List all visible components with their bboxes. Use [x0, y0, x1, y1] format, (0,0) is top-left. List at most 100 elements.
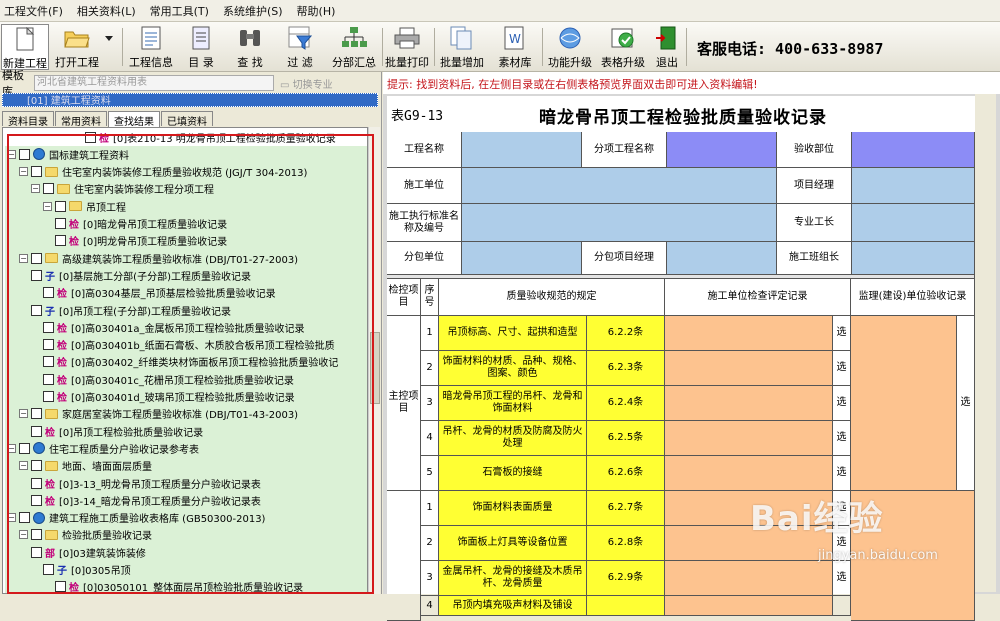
tab-catalog[interactable]: 资料目录: [2, 111, 54, 128]
tree-node[interactable]: − 住宅室内装饰装修工程质量验收规范 (JGJ/T 304-2013): [19, 164, 307, 180]
row-select-button[interactable]: 选: [833, 386, 851, 421]
tree-node[interactable]: − 吊顶工程: [43, 198, 126, 214]
tree-checkbox[interactable]: [31, 252, 42, 264]
new-project-button[interactable]: 新建工程: [1, 24, 49, 70]
tree-node[interactable]: − 检验批质量验收记录: [19, 527, 152, 543]
menu-help[interactable]: 帮助(H): [297, 3, 336, 19]
tree-node[interactable]: 检 [0]3-14_暗龙骨吊顶工程质量分户验收记录表: [31, 492, 261, 508]
expand-toggle-icon[interactable]: −: [7, 513, 16, 523]
tree-checkbox[interactable]: [85, 131, 96, 143]
tree-scrollbar[interactable]: [368, 127, 380, 594]
tab-search-results[interactable]: 查找结果: [108, 111, 160, 128]
tree-node[interactable]: 检 [0]吊顶工程检验批质量验收记录: [31, 423, 203, 439]
row-check-record[interactable]: [665, 421, 833, 456]
row-check-record[interactable]: [665, 351, 833, 386]
menu-related[interactable]: 相关资料(L): [77, 3, 136, 19]
open-project-dropdown[interactable]: [100, 24, 118, 70]
tree-checkbox[interactable]: [31, 546, 42, 558]
filter-button[interactable]: 过 滤: [280, 24, 320, 70]
row-select-button[interactable]: 选: [833, 421, 851, 456]
row-select-button[interactable]: [833, 596, 851, 616]
tree-node[interactable]: − 地面、墙面面层质量: [19, 458, 152, 474]
supervision-main-cell[interactable]: [851, 316, 957, 491]
tree-node[interactable]: 检 [0]高030401a_金属板吊顶工程检验批质量验收记录: [43, 319, 304, 335]
summary-button[interactable]: 分部汇总: [330, 24, 378, 70]
row-check-record[interactable]: [665, 596, 833, 616]
tree-checkbox[interactable]: [43, 287, 54, 299]
tree-node[interactable]: 检 [0]表210-13 明龙骨吊顶工程检验批质量验收记录: [85, 129, 336, 145]
input-project-manager[interactable]: [852, 168, 975, 204]
tree-checkbox[interactable]: [43, 391, 54, 402]
project-info-button[interactable]: 工程信息: [126, 24, 176, 70]
tree-node[interactable]: 子 [0]0305吊顶: [43, 562, 131, 578]
tree-node[interactable]: − 高级建筑装饰工程质量验收标准 (DBJ/T01-27-2003): [19, 250, 298, 266]
tree-node[interactable]: 检 [0]明龙骨吊顶工程质量验收记录: [55, 233, 227, 249]
tree-node[interactable]: 检 [0]高030401d_玻璃吊顶工程检验批质量验收记录: [43, 389, 295, 405]
input-construction-unit[interactable]: [462, 168, 777, 204]
row-check-record[interactable]: [665, 456, 833, 491]
tree-checkbox[interactable]: [31, 529, 42, 541]
tree-checkbox[interactable]: [43, 321, 54, 333]
tree-node[interactable]: 检 [0]高030401b_纸面石膏板、木质胶合板吊顶工程检验批质: [43, 337, 335, 353]
expand-toggle-icon[interactable]: −: [19, 409, 28, 419]
tree-checkbox[interactable]: [19, 442, 30, 454]
expand-toggle-icon[interactable]: −: [19, 167, 28, 177]
input-team-leader[interactable]: [852, 242, 975, 275]
row-select-button[interactable]: 选: [833, 316, 851, 351]
tree-node[interactable]: − 建筑工程施工质量验收表格库 (GB50300-2013): [7, 510, 265, 526]
batch-add-button[interactable]: 批量增加: [438, 24, 486, 70]
menu-maintenance[interactable]: 系统维护(S): [223, 3, 283, 19]
expand-toggle-icon[interactable]: −: [7, 443, 16, 453]
tree-checkbox[interactable]: [55, 200, 66, 212]
tree-checkbox[interactable]: [31, 269, 42, 281]
tree-checkbox[interactable]: [55, 235, 66, 247]
tree-checkbox[interactable]: [31, 460, 42, 472]
input-sub-manager[interactable]: [667, 242, 777, 275]
tree-node[interactable]: − 家庭居室装饰工程质量验收标准 (DBJ/T01-43-2003): [19, 406, 298, 422]
input-foreman[interactable]: [852, 204, 975, 242]
tree-node[interactable]: 检 [0]03050101_整体面层吊顶检验批质量验收记录: [55, 579, 303, 593]
menu-tools[interactable]: 常用工具(T): [150, 3, 209, 19]
input-sub-project-name[interactable]: [667, 132, 777, 168]
form-table[interactable]: 表G9-13 暗龙骨吊顶工程检验批质量验收记录 工程名称 分项工程名称 验收部位 施工…: [387, 96, 975, 621]
tab-filled[interactable]: 已填资料: [161, 111, 213, 128]
input-acceptance-part[interactable]: [852, 132, 975, 168]
template-select[interactable]: 河北省建筑工程资料用表: [34, 75, 274, 91]
tree-checkbox[interactable]: [19, 148, 30, 160]
tree-checkbox[interactable]: [55, 581, 66, 593]
tree-checkbox[interactable]: [31, 166, 42, 178]
catalog-button[interactable]: 目 录: [181, 24, 221, 70]
tree-node[interactable]: − 住宅工程质量分户验收记录参考表: [7, 440, 199, 456]
menu-file[interactable]: 工程文件(F): [4, 3, 63, 19]
tree-checkbox[interactable]: [43, 356, 54, 368]
row-check-record[interactable]: [665, 386, 833, 421]
find-button[interactable]: 查 找: [230, 24, 270, 70]
input-standard[interactable]: [462, 204, 777, 242]
switch-profession-button[interactable]: ▭ 切换专业: [280, 76, 333, 91]
tree-node[interactable]: − 国标建筑工程资料: [7, 146, 129, 162]
tree-checkbox[interactable]: [43, 339, 54, 351]
row-check-record[interactable]: [665, 316, 833, 351]
tree-node[interactable]: 检 [0]高030401c_花栅吊顶工程检验批质量验收记录: [43, 371, 294, 387]
tree-root-node[interactable]: [01] 建筑工程资料: [2, 93, 378, 107]
material-library-button[interactable]: W 素材库: [494, 24, 536, 70]
tree-checkbox[interactable]: [31, 477, 42, 489]
table-upgrade-button[interactable]: 表格升级: [599, 24, 647, 70]
expand-toggle-icon[interactable]: −: [19, 530, 28, 540]
input-project-name[interactable]: [462, 132, 582, 168]
form-scrollbar[interactable]: [975, 94, 996, 592]
tree-checkbox[interactable]: [55, 218, 66, 229]
row-check-record[interactable]: [665, 561, 833, 596]
tree-node[interactable]: 部 [0]03建筑装饰装修: [31, 544, 146, 560]
tree-checkbox[interactable]: [43, 183, 54, 195]
supervision-select-button[interactable]: 选: [957, 316, 975, 491]
open-project-button[interactable]: 打开工程: [53, 24, 101, 70]
tree-node[interactable]: 子 [0]吊顶工程(子分部)工程质量验收记录: [31, 302, 231, 318]
tree-checkbox[interactable]: [31, 425, 42, 437]
tree-node[interactable]: − 住宅室内装饰装修工程分项工程: [31, 181, 214, 197]
tab-common[interactable]: 常用资料: [55, 111, 107, 128]
row-select-button[interactable]: 选: [833, 456, 851, 491]
row-select-button[interactable]: 选: [833, 351, 851, 386]
tree-node[interactable]: 检 [0]3-13_明龙骨吊顶工程质量分户验收记录表: [31, 475, 261, 491]
expand-toggle-icon[interactable]: −: [19, 253, 28, 263]
